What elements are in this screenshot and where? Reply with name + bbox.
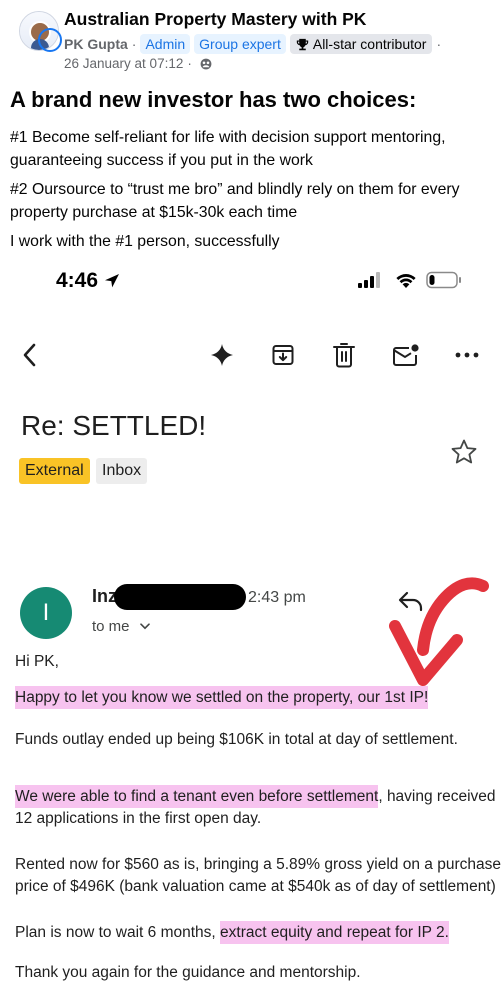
battery-icon [426, 271, 461, 289]
email-paragraph-3: We were able to find a tenant even befor… [15, 785, 501, 830]
annotation-arrow-icon [389, 577, 489, 686]
star-button[interactable] [450, 438, 478, 466]
all-star-contributor-badge[interactable]: All-star contributor [289, 34, 433, 54]
location-arrow-icon [105, 274, 120, 288]
post-paragraph-2: #2 Oursource to “trust me bro” and blind… [10, 181, 460, 221]
group-audience-icon [200, 58, 212, 69]
post-header: Australian Property Mastery with PK PK G… [0, 0, 503, 78]
wifi-icon [396, 274, 416, 288]
paragraph-5-prefix: Plan is now to wait 6 months, [15, 924, 221, 941]
inbox-label[interactable]: Inbox [96, 458, 148, 484]
email-toolbar [0, 338, 503, 370]
group-name[interactable]: Australian Property Mastery with PK [64, 9, 366, 30]
trash-icon [333, 343, 355, 368]
recipient-details[interactable]: to me [92, 618, 150, 635]
delete-button[interactable] [331, 342, 357, 368]
email-paragraph-4: Rented now for $560 as is, bringing a 5.… [15, 856, 501, 895]
email-paragraph-1: Happy to let you know we settled on the … [15, 686, 501, 709]
redaction-bar [114, 584, 246, 610]
mark-unread-button[interactable] [391, 342, 421, 368]
group-expert-badge[interactable]: Group expert [194, 34, 286, 54]
email-screenshot[interactable]: 4:46 Re: SETTLED! External Inbox I Inz 2… [0, 262, 503, 998]
post-title: A brand new investor has two choices: [10, 87, 417, 112]
star-icon [451, 439, 477, 464]
highlight-equity: extract equity and repeat for IP 2. [220, 921, 449, 944]
external-label[interactable]: External [19, 458, 90, 484]
email-paragraph-6: Thank you again for the guidance and men… [15, 964, 361, 981]
more-options-button[interactable] [454, 342, 480, 368]
email-paragraph-5: Plan is now to wait 6 months, extract eq… [15, 921, 501, 944]
archive-icon [272, 345, 294, 365]
status-bar-icons [358, 271, 462, 289]
cellular-signal-icon [358, 272, 380, 288]
group-avatar[interactable] [19, 11, 62, 52]
mark-unread-icon [393, 344, 419, 366]
trophy-icon [296, 38, 309, 50]
chevron-down-icon [139, 623, 150, 630]
separator-dot: · [187, 56, 192, 71]
separator-dot: · [131, 36, 137, 52]
status-time-text: 4:46 [56, 269, 99, 292]
email-time: 2:43 pm [248, 589, 306, 606]
author-name[interactable]: PK Gupta [64, 36, 128, 52]
author-meta-row: PK Gupta · Admin Group expert All-star c… [64, 33, 445, 55]
email-greeting: Hi PK, [15, 653, 59, 670]
gemini-button[interactable] [208, 342, 236, 368]
email-paragraph-2: Funds outlay ended up being $106K in tot… [15, 731, 458, 748]
post-date[interactable]: 26 January at 07:12 [64, 56, 183, 71]
back-button[interactable] [18, 342, 40, 368]
all-star-contributor-label: All-star contributor [312, 36, 427, 52]
gemini-sparkle-icon [211, 344, 233, 366]
post-paragraph-3: I work with the #1 person, successfully [10, 233, 280, 250]
separator-dot: · [436, 36, 442, 52]
archive-button[interactable] [270, 342, 296, 368]
more-icon [455, 352, 479, 358]
admin-badge[interactable]: Admin [140, 34, 191, 54]
highlight-settled: Happy to let you know we settled on the … [15, 686, 429, 709]
recipient-label: to me [92, 618, 130, 635]
back-arrow-icon [23, 343, 36, 367]
email-subject: Re: SETTLED! [21, 410, 207, 441]
post-paragraph-1: #1 Become self-reliant for life with dec… [10, 129, 446, 169]
profile-ring [38, 28, 62, 52]
post-date-row: 26 January at 07:12 · [64, 56, 212, 71]
highlight-tenant: We were able to find a tenant even befor… [15, 785, 379, 808]
sender-avatar[interactable]: I [20, 587, 72, 639]
status-bar-time: 4:46 [56, 269, 120, 293]
